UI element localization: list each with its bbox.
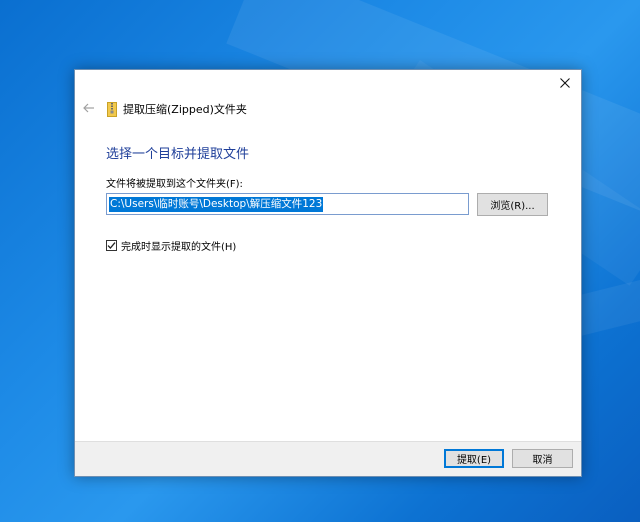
show-files-label: 完成时显示提取的文件(H) bbox=[121, 242, 237, 253]
dialog-footer: 提取(E) 取消 bbox=[75, 441, 581, 476]
back-button[interactable] bbox=[81, 100, 97, 116]
wizard-title: 提取压缩(Zipped)文件夹 bbox=[123, 103, 247, 116]
wizard-header: 提取压缩(Zipped)文件夹 bbox=[107, 101, 247, 117]
zip-folder-icon bbox=[107, 101, 117, 117]
extract-dialog: 提取压缩(Zipped)文件夹 选择一个目标并提取文件 文件将被提取到这个文件夹… bbox=[74, 69, 582, 477]
browse-button[interactable]: 浏览(R)... bbox=[477, 193, 548, 216]
destination-path-input[interactable]: C:\Users\临时账号\Desktop\解压缩文件123 bbox=[106, 193, 469, 215]
close-icon bbox=[560, 78, 570, 88]
back-arrow-icon bbox=[83, 103, 94, 113]
destination-path-value: C:\Users\临时账号\Desktop\解压缩文件123 bbox=[109, 196, 324, 212]
close-button[interactable] bbox=[553, 72, 577, 94]
path-label: 文件将被提取到这个文件夹(F): bbox=[106, 179, 243, 190]
cancel-button[interactable]: 取消 bbox=[512, 449, 573, 468]
main-instruction: 选择一个目标并提取文件 bbox=[106, 147, 250, 162]
checkmark-icon bbox=[107, 242, 116, 249]
extract-button[interactable]: 提取(E) bbox=[444, 449, 504, 468]
show-files-checkbox[interactable] bbox=[106, 240, 117, 251]
show-files-checkbox-row[interactable]: 完成时显示提取的文件(H) bbox=[106, 238, 236, 253]
